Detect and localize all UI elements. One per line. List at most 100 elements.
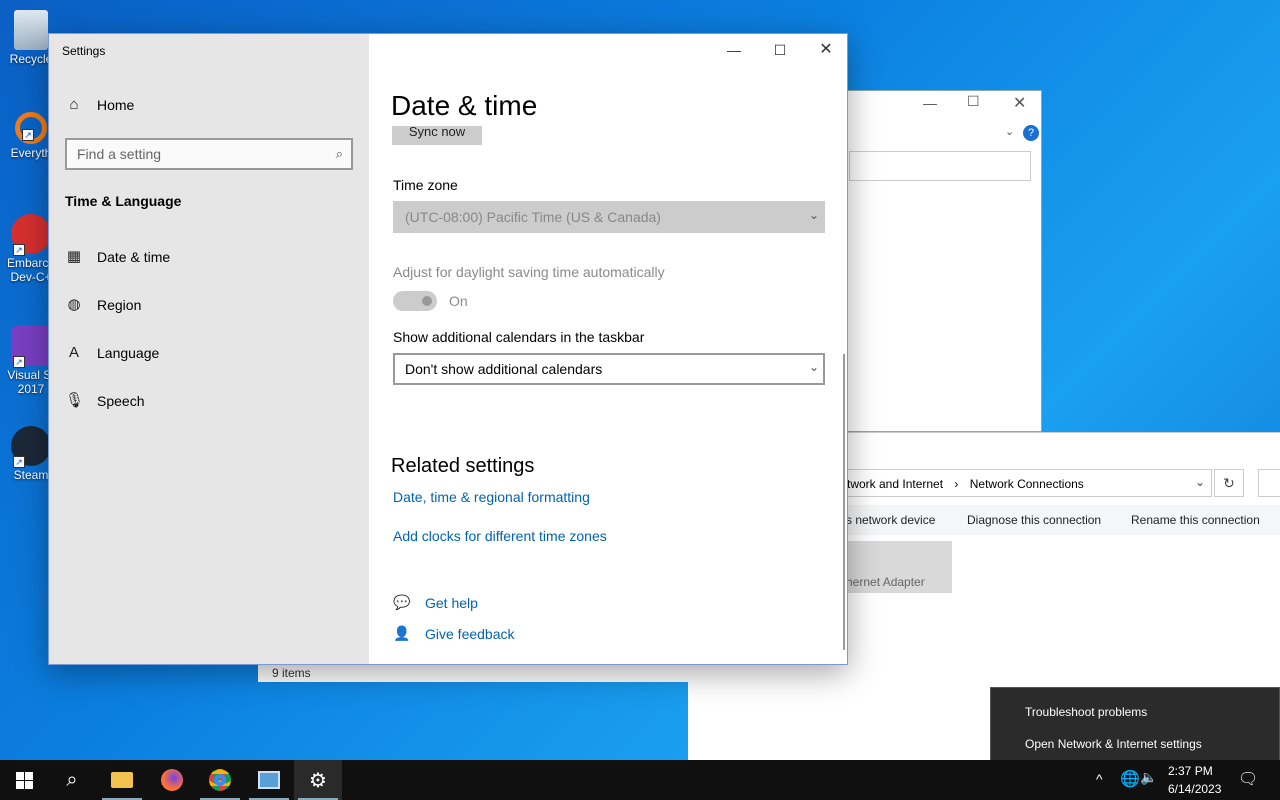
get-help-link[interactable]: 💬 Get help [393,594,478,611]
nav-label: Region [97,297,142,313]
taskbar: ⌕ ⚙ ^ 🌐 🔈 2:37 PM 6/14/2023 🗨 [0,760,1280,800]
window-title: Settings [62,44,106,58]
shortcut-arrow-icon: ↗ [22,129,34,141]
clock-date[interactable]: 6/14/2023 [1168,782,1221,796]
nav-date-time[interactable]: ▦ Date & time [65,248,170,266]
nav-home[interactable]: ⌂ Home [65,96,134,114]
taskbar-control-panel[interactable] [245,760,293,800]
chevron-up-icon[interactable]: ^ [1096,771,1103,787]
desktop-icon-label: Everyth [10,146,52,160]
breadcrumb-item[interactable]: Network Connections [970,477,1084,491]
network-icon[interactable]: 🌐 [1120,769,1140,789]
calendars-value: Don't show additional calendars [405,361,603,377]
command-diagnose[interactable]: Diagnose this connection [967,513,1101,527]
ethernet-adapter-item[interactable]: hernet Adapter [846,541,952,593]
minimize-icon[interactable]: — [923,95,937,111]
close-icon[interactable]: ✕ [1013,93,1026,113]
background-window-top[interactable]: — ☐ ✕ ⌄ ? [846,90,1042,432]
language-icon: A [68,344,79,361]
nav-label: Date & time [97,249,171,265]
chevron-down-icon: ⌄ [808,360,819,374]
clock-time[interactable]: 2:37 PM [1168,764,1213,778]
taskbar-firefox[interactable] [148,760,196,800]
desktop-icon-label: Steam [13,468,49,482]
search-icon: ⌕ [66,768,78,791]
microphone-icon: 🎙 [65,392,85,409]
calendars-select[interactable]: Don't show additional calendars ⌄ [393,353,825,385]
address-bar[interactable] [849,151,1031,181]
nav-language[interactable]: A Language [65,344,159,362]
steam-icon: ↗ [11,426,51,468]
link-regional-formatting[interactable]: Date, time & regional formatting [393,489,590,505]
page-title: Date & time [391,90,538,121]
toggle-knob [422,296,432,306]
time-zone-label: Time zone [393,177,458,193]
desktop-icon-label: Recycle [9,52,53,66]
search-box[interactable] [1258,469,1280,497]
time-zone-select[interactable]: (UTC-08:00) Pacific Time (US & Canada) ⌄ [393,201,825,233]
calendar-clock-icon: ▦ [66,248,82,265]
refresh-icon[interactable]: ↻ [1214,469,1244,497]
get-help-label: Get help [425,594,478,611]
related-settings-title: Related settings [391,455,535,477]
item-count: 9 items [272,666,311,680]
nav-label: Language [97,345,160,361]
sync-now-button[interactable]: Sync now [392,126,482,145]
link-add-clocks[interactable]: Add clocks for different time zones [393,528,607,544]
section-title: Time & Language [65,193,182,209]
command-rename[interactable]: Rename this connection [1131,513,1260,527]
control-panel-icon [258,771,280,789]
network-context-menu: Troubleshoot problems Open Network & Int… [990,687,1280,767]
home-icon: ⌂ [69,96,79,113]
search-button[interactable]: ⌕ [48,760,96,800]
dst-label: Adjust for daylight saving time automati… [393,264,665,280]
help-chat-icon: 💬 [393,594,411,610]
nav-region[interactable]: ◍ Region [65,296,141,314]
menu-open-network-settings[interactable]: Open Network & Internet settings [1025,737,1202,751]
speaker-muted-icon[interactable]: 🔈 [1140,769,1157,786]
dst-state: On [449,293,468,309]
taskbar-chrome[interactable] [196,760,244,800]
breadcrumb[interactable]: twork and Internet › Network Connections… [846,469,1212,497]
devcpp-icon: ↗ [11,214,51,256]
command-disable-device[interactable]: s network device [846,513,935,527]
breadcrumb-item[interactable]: twork and Internet [847,477,943,491]
notification-icon[interactable]: 🗨 [1238,769,1258,789]
shortcut-arrow-icon: ↗ [13,244,25,256]
calendars-label: Show additional calendars in the taskbar [393,329,645,345]
chevron-down-icon: ⌄ [808,208,819,222]
nav-home-label: Home [97,97,135,113]
maximize-icon[interactable]: ☐ [967,93,980,110]
nav-speech[interactable]: 🎙 Speech [65,392,144,410]
scrollbar[interactable] [843,354,845,650]
start-button[interactable] [0,760,48,800]
taskbar-file-explorer[interactable] [98,760,146,800]
nav-label: Speech [97,393,145,409]
chevron-down-icon[interactable]: ⌄ [1005,125,1014,138]
time-zone-value: (UTC-08:00) Pacific Time (US & Canada) [405,209,661,225]
settings-content: Date & time Sync now Time zone (UTC-08:0… [369,34,847,664]
shortcut-arrow-icon: ↗ [13,356,25,368]
chevron-down-icon[interactable]: ⌄ [1195,475,1205,489]
help-icon[interactable]: ? [1023,125,1039,141]
dst-toggle[interactable] [393,291,437,311]
give-feedback-link[interactable]: 👤 Give feedback [393,625,515,642]
sync-now-label: Sync now [408,126,466,139]
taskbar-settings[interactable]: ⚙ [294,760,342,800]
folder-icon [111,772,133,788]
shortcut-arrow-icon: ↗ [13,456,25,468]
chrome-icon [209,769,231,791]
find-setting-input[interactable]: Find a setting ⌕ [65,138,353,170]
gear-icon: ⚙ [309,769,327,792]
search-placeholder: Find a setting [77,146,162,162]
settings-window[interactable]: Settings ⌂ Home Find a setting ⌕ Time & … [48,33,848,665]
magnifier-icon: ↗ [15,112,47,144]
settings-sidebar: Settings ⌂ Home Find a setting ⌕ Time & … [49,34,369,664]
breadcrumb-separator: › [954,477,959,491]
firefox-icon [161,769,183,791]
menu-troubleshoot[interactable]: Troubleshoot problems [1025,705,1147,719]
search-icon: ⌕ [335,146,343,161]
windows-logo-icon [15,771,33,789]
globe-icon: ◍ [67,296,81,313]
adapter-label: hernet Adapter [846,575,925,589]
